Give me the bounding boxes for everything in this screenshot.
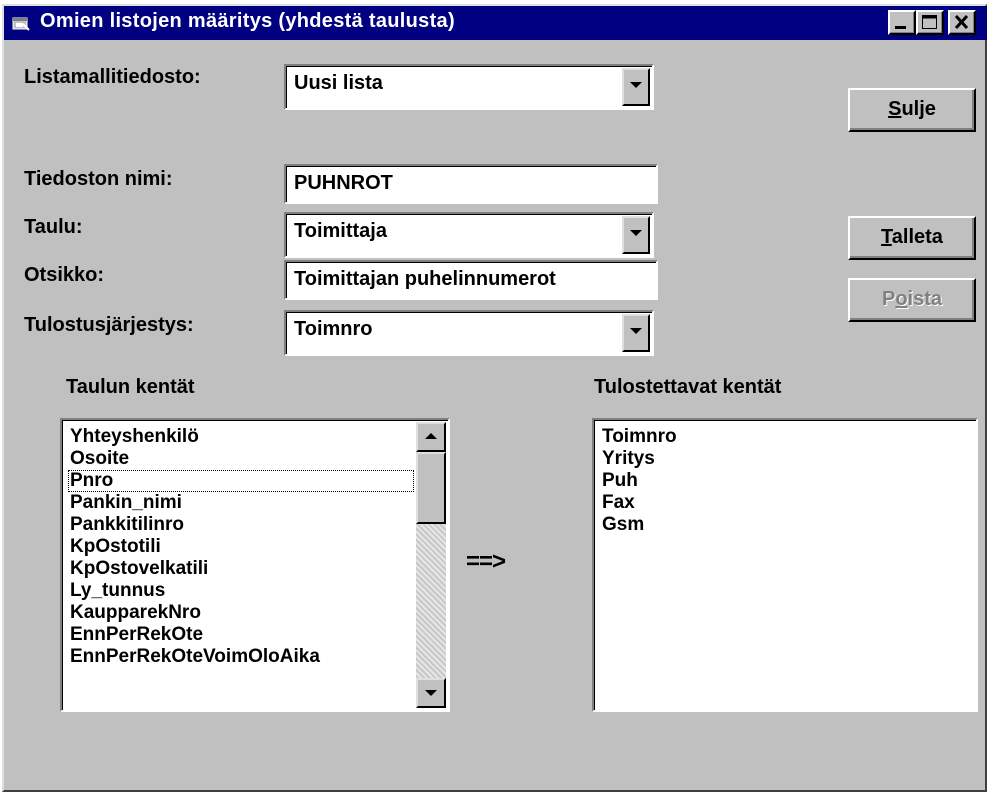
template-file-value: Uusi lista xyxy=(294,72,383,94)
list-item[interactable]: Yhteyshenkilö xyxy=(68,426,414,448)
scroll-down-button[interactable] xyxy=(416,678,446,708)
scroll-up-button[interactable] xyxy=(416,422,446,452)
delete-button-label-pre: P xyxy=(881,288,896,310)
title-bar[interactable]: Omien listojen määritys (yhdestä taulust… xyxy=(4,6,987,40)
available-fields-scrollbar[interactable] xyxy=(416,422,446,708)
delete-button-accel: o xyxy=(895,288,908,310)
close-button-accel: S xyxy=(888,98,902,120)
chevron-down-icon xyxy=(630,328,642,334)
delete-button-label-post: ista xyxy=(907,288,943,310)
list-item[interactable]: Pnro xyxy=(68,470,414,492)
list-item[interactable]: KaupparekNro xyxy=(68,602,414,624)
table-dropdown-button[interactable] xyxy=(622,216,650,254)
list-item[interactable]: KpOstotili xyxy=(68,536,414,558)
arrow-down-icon xyxy=(425,690,437,696)
save-button-label-post: alleta xyxy=(891,226,943,248)
selected-fields-header: Tulostettavat kentät xyxy=(594,376,782,398)
print-order-value: Toimnro xyxy=(294,318,373,340)
heading-label: Otsikko: xyxy=(24,264,105,286)
minimize-icon xyxy=(895,26,906,29)
selected-fields-list[interactable]: Toimnro Yritys Puh Fax Gsm xyxy=(592,418,978,712)
selected-fields-items: Toimnro Yritys Puh Fax Gsm xyxy=(600,426,677,536)
list-item[interactable]: KpOstovelkatili xyxy=(68,558,414,580)
close-icon xyxy=(954,14,969,30)
print-order-dropdown-button[interactable] xyxy=(622,314,650,352)
arrow-up-icon xyxy=(425,433,437,439)
list-item[interactable]: Fax xyxy=(600,492,677,514)
minimize-button[interactable] xyxy=(888,10,916,35)
save-button-accel: T xyxy=(881,226,892,248)
template-file-dropdown[interactable]: Uusi lista xyxy=(284,64,654,110)
list-item[interactable]: Yritys xyxy=(600,448,677,470)
maximize-icon xyxy=(922,15,937,29)
move-fields-arrow: ==> xyxy=(466,548,506,575)
filename-value: PUHNROT xyxy=(294,172,393,194)
available-fields-items: Yhteyshenkilö Osoite Pnro Pankin_nimi Pankki… xyxy=(68,426,414,668)
table-dropdown[interactable]: Toimittaja xyxy=(284,212,654,258)
print-order-dropdown[interactable]: Toimnro xyxy=(284,310,654,356)
list-item[interactable]: EnnPerRekOteVoimOloAika xyxy=(68,646,414,668)
available-fields-list[interactable]: Yhteyshenkilö Osoite Pnro Pankin_nimi Pankki… xyxy=(60,418,450,712)
list-item[interactable]: EnnPerRekOte xyxy=(68,624,414,646)
filename-label: Tiedoston nimi: xyxy=(24,168,173,190)
list-item[interactable]: Toimnro xyxy=(600,426,677,448)
save-button[interactable]: Talleta xyxy=(848,216,976,260)
window-title: Omien listojen määritys (yhdestä taulust… xyxy=(40,10,455,32)
list-item[interactable]: Pankin_nimi xyxy=(68,492,414,514)
list-item[interactable]: Gsm xyxy=(600,514,677,536)
maximize-button[interactable] xyxy=(916,10,944,35)
list-item[interactable]: Pankkitilinro xyxy=(68,514,414,536)
delete-button[interactable]: Poista xyxy=(848,278,976,322)
print-order-label: Tulostusjärjestys: xyxy=(24,314,194,336)
close-button[interactable]: Sulje xyxy=(848,88,976,132)
template-dropdown-button[interactable] xyxy=(622,68,650,106)
close-window-button[interactable] xyxy=(948,10,976,35)
heading-input[interactable]: Toimittajan puhelinnumerot xyxy=(284,260,658,300)
filename-input[interactable]: PUHNROT xyxy=(284,164,658,204)
chevron-down-icon xyxy=(630,230,642,236)
app-window-icon xyxy=(12,17,30,31)
table-label: Taulu: xyxy=(24,216,83,238)
template-file-label: Listamallitiedosto: xyxy=(24,66,201,88)
close-button-label-post: ulje xyxy=(901,98,936,120)
heading-value: Toimittajan puhelinnumerot xyxy=(294,268,556,290)
scroll-thumb[interactable] xyxy=(416,452,446,524)
table-value: Toimittaja xyxy=(294,220,387,242)
available-fields-header: Taulun kentät xyxy=(66,376,195,398)
list-item[interactable]: Osoite xyxy=(68,448,414,470)
list-item[interactable]: Ly_tunnus xyxy=(68,580,414,602)
chevron-down-icon xyxy=(630,82,642,88)
list-item[interactable]: Puh xyxy=(600,470,677,492)
